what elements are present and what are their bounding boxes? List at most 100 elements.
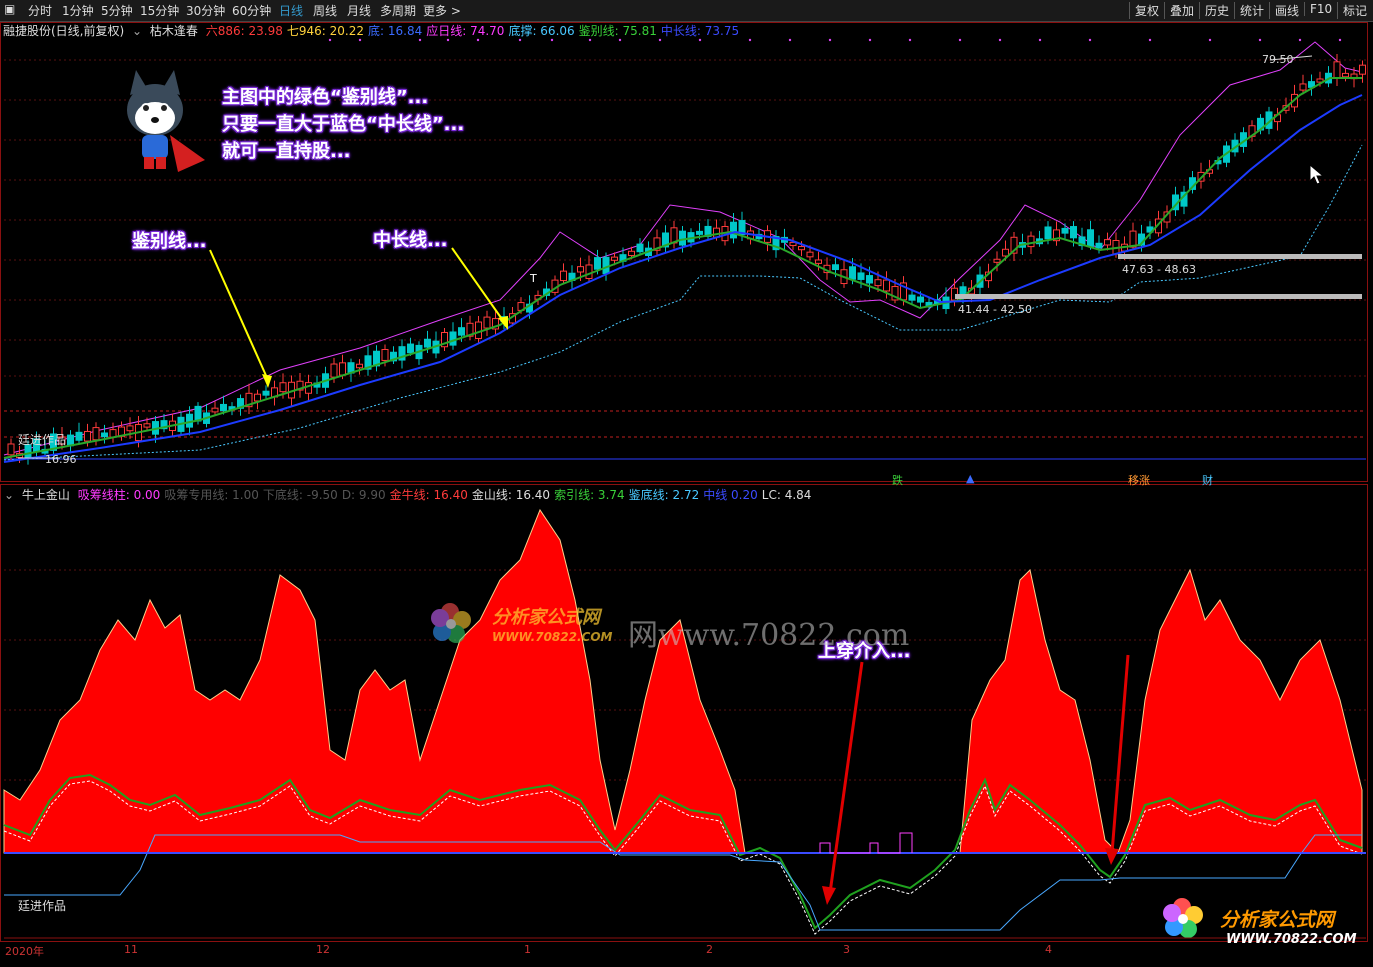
candle-body <box>1104 239 1111 246</box>
date-label-6: 4 <box>1045 943 1052 956</box>
candle-body <box>220 403 227 412</box>
long-term-line <box>3 94 1363 463</box>
candle-body <box>449 331 457 346</box>
candle-body <box>330 363 338 378</box>
candle-body <box>475 321 482 339</box>
indicator-info-item-6: 索引线: 3.74 <box>554 488 625 502</box>
signal-dot <box>748 38 752 42</box>
callout-line-3: 就可一直持股... <box>222 141 351 162</box>
candle-body <box>279 382 287 393</box>
candle-body <box>730 221 737 239</box>
candle-body <box>696 230 703 235</box>
signal-dot <box>358 38 362 42</box>
arrow-identify <box>209 249 269 381</box>
date-label-0: 2020年 <box>5 945 44 958</box>
candle-body <box>993 258 1001 263</box>
high-price-label: 79.50 <box>1262 53 1294 66</box>
candle-body <box>1070 226 1077 239</box>
signal-dot <box>588 38 592 42</box>
watermark-logo-main: 分析家公式网 <box>492 607 600 628</box>
candle-body <box>857 272 865 280</box>
signal-t: T <box>530 272 537 285</box>
date-label-2: 12 <box>316 943 330 956</box>
candle-body <box>1002 248 1009 257</box>
indicator-info-item-7: 鉴底线: 2.72 <box>628 488 700 502</box>
identify-callout: 鉴别线... <box>132 231 207 252</box>
candle-body <box>806 251 814 258</box>
signal-dot <box>1258 38 1262 42</box>
candle-body <box>211 407 219 413</box>
arrowhead-identify <box>262 374 272 388</box>
signal-dot <box>788 38 792 42</box>
signal-dot <box>868 38 872 42</box>
low-price-label: 16.96 <box>45 453 77 466</box>
signal-dot <box>446 38 450 42</box>
candle-body <box>585 264 593 279</box>
signal-dot <box>1148 38 1152 42</box>
candle-body <box>1027 235 1035 248</box>
signal-dot <box>476 38 480 42</box>
candle-body <box>874 279 882 287</box>
dog-mascot-icon <box>127 70 205 172</box>
indicator-info-item-0: 吸筹线柱: 0.00 <box>77 488 161 502</box>
signal-dot <box>658 38 662 42</box>
signal-dot <box>1208 38 1212 42</box>
candle-body <box>908 294 916 301</box>
signal-dot <box>1298 38 1302 42</box>
candle-body <box>356 363 363 369</box>
indicator-info-bar: ⌄ 牛上金山 吸筹线柱: 0.00 吸筹专用线: 1.00 下底线: -9.50 D:… <box>4 486 819 503</box>
candle-body <box>84 430 91 442</box>
candle-body <box>832 264 839 271</box>
date-label-5: 3 <box>843 943 850 956</box>
signal-dot <box>1038 38 1042 42</box>
stock-chart-svg[interactable] <box>0 0 1373 967</box>
candle-body <box>849 266 856 280</box>
signal-dot <box>618 38 622 42</box>
candle-body <box>194 405 202 422</box>
range-label-1: 47.63 - 48.63 <box>1122 263 1196 276</box>
candle-body <box>483 316 491 329</box>
candle-body <box>305 382 312 394</box>
arrow-cross-1 <box>828 661 864 894</box>
watermark-logo-sub: WWW.70822.COM <box>492 630 613 644</box>
range-label-2: 41.44 - 42.50 <box>958 303 1032 316</box>
marker-2: ▲ <box>966 472 975 485</box>
range-bar-1 <box>1118 254 1362 259</box>
candle-body <box>262 390 270 396</box>
indicator-name[interactable]: 牛上金山 <box>22 488 70 502</box>
arrow-long <box>451 247 505 323</box>
candle-body <box>126 425 134 432</box>
indicator-chevron-icon[interactable]: ⌄ <box>4 488 14 502</box>
author-tag-indicator: 廷进作品 <box>18 899 67 913</box>
corner-logo-sub: WWW.70822.COM <box>1226 932 1357 947</box>
signal-dot <box>958 38 962 42</box>
arrowhead-cross-2 <box>1105 848 1119 865</box>
candle-body <box>407 343 414 354</box>
candle-body <box>602 256 610 275</box>
author-tag-main: 廷进作品 <box>18 433 67 447</box>
candle-body <box>883 279 890 292</box>
long-callout: 中长线... <box>373 230 448 251</box>
candle-body <box>1333 61 1341 79</box>
indicator-info-item-8: 中线 0.20 <box>703 488 758 502</box>
date-label-1: 11 <box>124 943 138 956</box>
marker-3: 移涨 <box>1128 474 1150 487</box>
candle-body <box>254 393 261 402</box>
candle-body <box>1095 242 1103 249</box>
candle-body <box>7 443 15 456</box>
indicator-info-item-9: LC: 4.84 <box>761 488 812 502</box>
main-grid <box>4 59 1366 377</box>
arrowhead-cross-1 <box>822 886 836 905</box>
date-label-4: 2 <box>706 943 713 956</box>
candle-body <box>560 270 567 282</box>
signal-dot <box>418 38 422 42</box>
candle-body <box>424 338 431 348</box>
main-callout: 主图中的绿色“鉴别线”... 只要一直大于蓝色“中长线”... 就可一直持股..… <box>222 84 464 165</box>
candle-body <box>1044 226 1052 240</box>
arrow-cross-2 <box>1110 654 1130 854</box>
candle-body <box>339 362 346 376</box>
signal-dot <box>1338 38 1342 42</box>
date-label-3: 1 <box>524 943 531 956</box>
candle-body <box>101 432 108 438</box>
signal-dots <box>328 38 1342 42</box>
